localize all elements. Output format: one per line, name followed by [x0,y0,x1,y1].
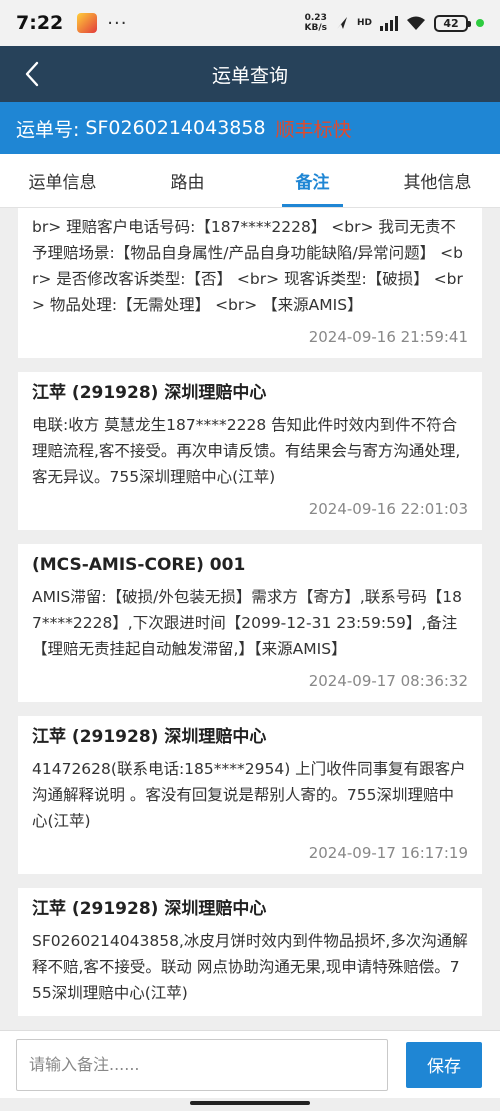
page-title: 运单查询 [211,64,288,87]
remark-content: 【当前工单已申请理赔无责挂起】<br> 理赔客户:【寄方】 <br> 理赔客户电… [32,208,463,314]
app-header: 运单查询 [0,46,500,102]
status-bar: 7:22 ··· 0.23 KB/s HD 42 [0,0,500,46]
remark-input[interactable] [16,1038,388,1091]
network-speed-unit: KB/s [304,23,327,33]
chevron-left-icon [25,61,39,87]
remark-author: 江苹 (291928) 深圳理赔中心 [32,383,267,403]
remark-content: AMIS滞留:【破损/外包装无损】需求方【寄方】,联系号码【187****222… [32,588,462,658]
status-indicators: 0.23 KB/s HD 42 [305,13,484,33]
remark-card: 江苹 (291928) 深圳理赔中心 SF0260214043858,冰皮月饼时… [18,888,482,1016]
remark-author: 江苹 (291928) 深圳理赔中心 [32,727,267,747]
signal-icon [380,15,398,31]
tab-waybill-info[interactable]: 运单信息 [0,154,125,207]
battery-icon: 42 [434,14,471,32]
waybill-label: 运单号: [16,118,80,141]
network-speed-value: 0.23 [304,13,327,23]
remark-time: 2024-09-17 16:17:19 [308,844,468,862]
home-indicator [190,1101,310,1105]
remark-content: SF0260214043858,冰皮月饼时效内到件物品损坏,多次沟通解释不赔,客… [32,932,468,1002]
back-button[interactable] [14,56,50,92]
remark-time: 2024-09-17 08:36:32 [308,672,468,690]
wifi-icon [407,16,425,30]
remark-author: 江苹 (291928) 深圳理赔中心 [32,899,267,919]
tab-bar: 运单信息 路由 备注 其他信息 [0,154,500,208]
save-button[interactable]: 保存 [406,1041,482,1088]
remark-card: 【当前工单已申请理赔无责挂起】<br> 理赔客户:【寄方】 <br> 理赔客户电… [18,208,482,358]
app-notification-icon [77,13,98,33]
remark-card: 江苹 (291928) 深圳理赔中心 41472628(联系电话:185****… [18,716,482,874]
camera-indicator-dot [476,19,484,27]
battery-level: 42 [443,16,459,30]
remark-time: 2024-09-16 22:01:03 [308,500,468,518]
location-icon [336,17,347,29]
remark-author: (MCS-AMIS-CORE) 001 [32,555,246,575]
status-time: 7:22 [16,12,64,34]
hd-label: HD [356,18,372,28]
remark-input-bar: 保存 [0,1030,500,1098]
remark-card: 江苹 (291928) 深圳理赔中心 电联:收方 莫慧龙生187****2228… [18,372,482,530]
tab-other-info[interactable]: 其他信息 [375,154,500,207]
remarks-list[interactable]: 【当前工单已申请理赔无责挂起】<br> 理赔客户:【寄方】 <br> 理赔客户电… [0,208,500,1030]
tab-routing[interactable]: 路由 [125,154,250,207]
remark-content: 电联:收方 莫慧龙生187****2228 告知此件时效内到件不符合理赔流程,客… [32,416,461,486]
service-type-badge: 顺丰标快 [275,118,352,141]
waybill-bar: 运单号: SF0260214043858 顺丰标快 [0,102,500,154]
tab-remarks[interactable]: 备注 [250,154,375,207]
remark-content: 41472628(联系电话:185****2954) 上门收件同事复有跟客户沟通… [32,760,466,830]
remark-card: (MCS-AMIS-CORE) 001 AMIS滞留:【破损/外包装无损】需求方… [18,544,482,702]
remark-time: 2024-09-16 21:59:41 [308,328,468,346]
more-notifications-icon: ··· [107,12,128,34]
network-speed: 0.23 KB/s [305,13,327,33]
waybill-number: SF0260214043858 [85,117,266,139]
remarks-list-content: 【当前工单已申请理赔无责挂起】<br> 理赔客户:【寄方】 <br> 理赔客户电… [0,208,500,1030]
